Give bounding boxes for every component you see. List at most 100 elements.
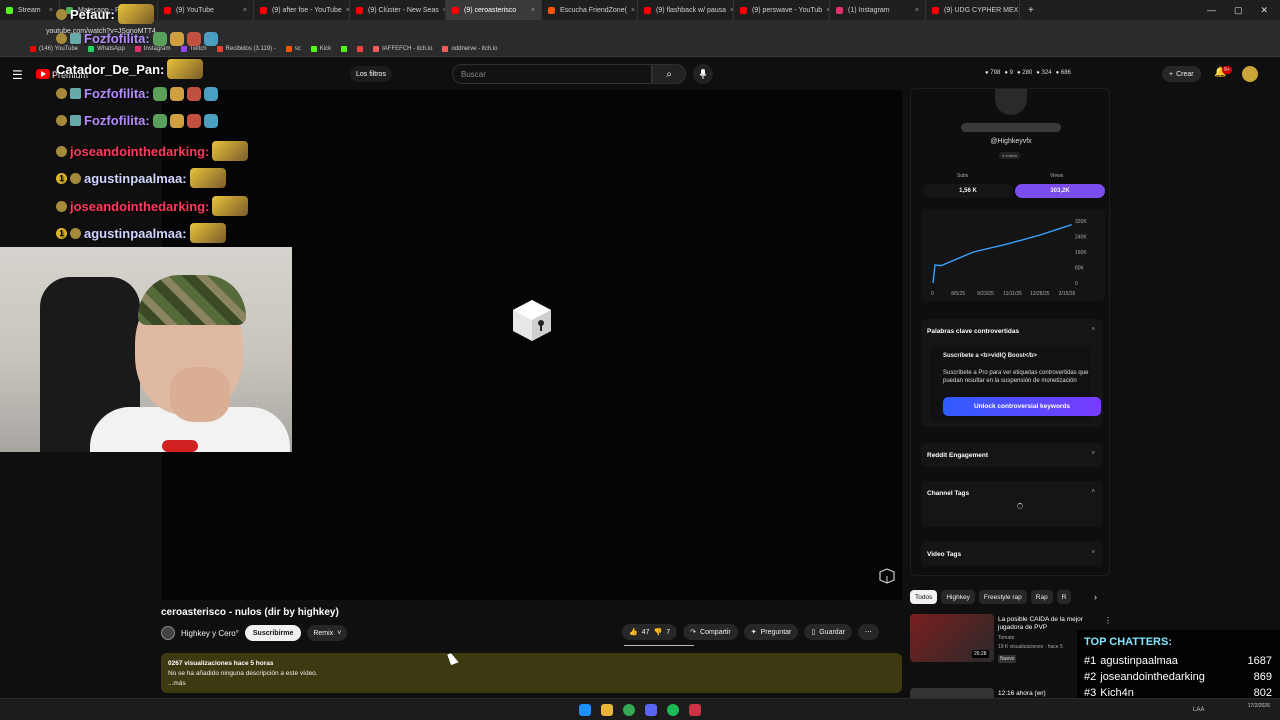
filter-chip[interactable]: Todos	[910, 590, 938, 604]
bookmark-item[interactable]	[357, 46, 364, 52]
recommended-title[interactable]: 12:16 ahora (wr)	[998, 690, 1046, 697]
chevron-down-icon[interactable]: ˅	[1091, 550, 1095, 556]
new-tab-icon[interactable]: +	[1020, 5, 1042, 16]
tab-close-icon[interactable]: ×	[1018, 7, 1019, 14]
browser-tab[interactable]: Stream ×	[0, 0, 60, 20]
emote-icon	[186, 113, 201, 128]
bookmark-item[interactable]: WhatsApp	[88, 46, 125, 52]
bookmark-icon	[341, 46, 348, 52]
bookmark-item[interactable]	[341, 46, 348, 52]
tab-title: Stream	[18, 6, 41, 14]
windows-icon[interactable]	[579, 704, 591, 716]
channel-avatar[interactable]	[161, 626, 175, 640]
language-indicator[interactable]: LAA	[1193, 707, 1204, 713]
subs-toggle[interactable]: 1,56 K	[923, 184, 1013, 198]
channel-name[interactable]: Highkey y Cero°	[181, 629, 239, 638]
controversial-keywords-card: Palabras clave controvertidas ˄ Suscríbe…	[921, 319, 1103, 427]
unlock-keywords-button[interactable]: Unlock controversial keywords	[943, 397, 1101, 416]
chrome-icon[interactable]	[623, 704, 635, 716]
chart-series-line	[932, 224, 1072, 284]
tab-close-icon[interactable]: ×	[527, 7, 535, 14]
tab-close-icon[interactable]: ×	[911, 7, 919, 14]
subscribe-button[interactable]: Suscribirme	[244, 625, 302, 641]
bookmark-item[interactable]: Recibidos (3.119) -	[216, 46, 276, 52]
boost-promo: Suscríbete a <b>vidIQ Boost</b> Suscríbe…	[931, 347, 1101, 422]
chat-badge-icon	[56, 145, 67, 157]
chevron-up-icon[interactable]: ˄	[1091, 327, 1095, 333]
bookmark-item[interactable]: sc	[285, 46, 301, 52]
browser-tab-bar: Stream×Matecapp - Ranking y×(9) YouTube×…	[0, 0, 1280, 20]
chatter-rank: #2	[1084, 671, 1097, 683]
remix-button[interactable]: Remix ˅	[307, 625, 348, 641]
window-control-icon[interactable]: ▢	[1234, 5, 1243, 16]
reddit-engagement-card[interactable]: Reddit Engagement ˅	[921, 443, 1103, 467]
bookmark-item[interactable]: IAFFEFCH - itch.io	[373, 46, 432, 52]
more-options-icon[interactable]: ⋮	[1104, 616, 1112, 625]
bookmark-item[interactable]: Kick	[310, 46, 331, 52]
watermark-icon	[879, 568, 895, 584]
private-video-icon	[513, 300, 551, 341]
browser-tab[interactable]: (9) Clúster - New Seas×	[350, 0, 446, 20]
tab-close-icon[interactable]: ×	[439, 7, 445, 14]
video-duration: 26:28	[972, 650, 989, 658]
browser-tab[interactable]: Escucha FriendZone(×	[542, 0, 638, 20]
top-chatters-overlay: TOP CHATTERS: #1 agustinpaalmaa 1687 #2 jose…	[1077, 630, 1280, 708]
browser-tab[interactable]: (1) Instagram ×	[830, 0, 926, 20]
tab-favicon-icon	[164, 6, 171, 14]
tab-close-icon[interactable]: ×	[726, 7, 733, 14]
youtube-logo-icon[interactable]	[36, 69, 50, 79]
filter-chip[interactable]: Highkey	[941, 590, 975, 604]
chevron-down-icon[interactable]: ˅	[1091, 451, 1095, 457]
bookmark-icon	[285, 46, 292, 52]
filter-chip[interactable]: R	[1056, 590, 1072, 604]
tab-close-icon[interactable]: ×	[822, 7, 829, 14]
description-box[interactable]: 0267 visualizaciones hace 5 horas No se …	[161, 653, 902, 693]
tab-close-icon[interactable]: ×	[342, 7, 349, 14]
search-button[interactable]: ⌕	[652, 64, 686, 84]
recommended-meta: 19 K visualizaciones · hace 5	[998, 644, 1063, 650]
avatar[interactable]	[1242, 66, 1258, 82]
bookmark-item[interactable]: Twitch	[180, 46, 207, 52]
emote-icon	[152, 113, 167, 128]
tab-close-icon[interactable]: ×	[45, 7, 53, 14]
discord-icon[interactable]	[645, 704, 657, 716]
spotify-icon[interactable]	[667, 704, 679, 716]
search-input[interactable]: Buscar	[452, 64, 652, 84]
video-tags-card[interactable]: Video Tags ˅	[921, 542, 1103, 566]
browser-tab[interactable]: (9) perswave - YouTub ×	[734, 0, 830, 20]
browser-tab[interactable]: (9) ceroasterisco ×	[446, 0, 542, 20]
filter-chip[interactable]: Freestyle rap	[978, 590, 1027, 604]
files-icon[interactable]	[601, 704, 613, 716]
share-button[interactable]: ↷ Compartir	[683, 624, 738, 640]
browser-tab[interactable]: (9) flashback w/ pausa ×	[638, 0, 734, 20]
game-icon[interactable]	[689, 704, 701, 716]
channel-tags-card[interactable]: Channel Tags ˄	[921, 481, 1103, 527]
tab-title: (1) Instagram	[848, 6, 890, 14]
window-control-icon[interactable]: —	[1207, 5, 1216, 15]
like-button[interactable]: 👍 47 👎 7	[622, 624, 678, 640]
window-control-icon[interactable]: ✕	[1260, 5, 1268, 16]
more-actions-button[interactable]: ⋯	[857, 624, 879, 640]
filter-chip[interactable]: Rap	[1030, 590, 1053, 604]
recommended-channel[interactable]: Tomate	[998, 635, 1014, 641]
save-button[interactable]: ▯ Guardar	[804, 624, 852, 640]
tab-close-icon[interactable]: ×	[239, 7, 247, 14]
more-link[interactable]: ...más	[168, 679, 895, 689]
filters-button[interactable]: Los filtros	[350, 66, 392, 82]
ask-button[interactable]: ✦ Preguntar	[743, 624, 799, 640]
browser-tab[interactable]: (9) YouTube ×	[158, 0, 254, 20]
thumbs-down-icon[interactable]: 👎	[654, 628, 663, 636]
tab-close-icon[interactable]: ×	[627, 7, 635, 14]
voice-search-button[interactable]	[693, 64, 713, 84]
views-toggle[interactable]: 303,2K	[1015, 184, 1105, 198]
chevron-up-icon[interactable]: ˄	[1091, 489, 1095, 495]
bookmark-item[interactable]: oddnerve - itch.io	[442, 46, 498, 52]
menu-icon[interactable]: ☰	[12, 68, 23, 82]
chart-point	[972, 251, 975, 253]
create-button[interactable]: + Crear	[1162, 66, 1201, 82]
bookmark-item[interactable]: Instagram	[134, 46, 171, 52]
chevron-right-icon[interactable]: ›	[1094, 592, 1097, 602]
browser-tab[interactable]: (9) after foe - YouTube ×	[254, 0, 350, 20]
browser-tab[interactable]: (9) UDG CYPHER MEX×	[926, 0, 1020, 20]
bookmark-item[interactable]: (146) YouTube	[30, 46, 78, 52]
